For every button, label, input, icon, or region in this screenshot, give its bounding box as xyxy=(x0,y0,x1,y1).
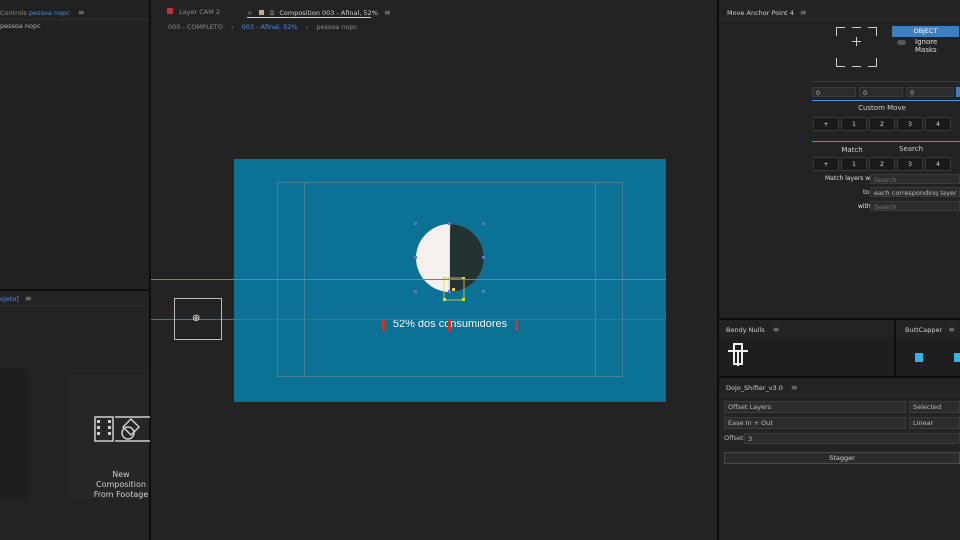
nav-item-003-afinal[interactable]: 003 - Afinal, 52% xyxy=(242,23,298,31)
effect-controls-tab[interactable]: Controls pessoa nopc ≡ xyxy=(0,8,84,17)
layer-tab[interactable]: Layer CAM 2 xyxy=(167,8,220,16)
anchor-z-field[interactable]: 0 xyxy=(906,87,954,97)
pie-chart-graphic xyxy=(414,222,485,301)
nav-item-000-completo[interactable]: 000 - COMPLETO xyxy=(168,23,223,31)
move-anchor-panel: Move Anchor Point 4 ≡ OBJECT Ignore Mask… xyxy=(719,0,960,318)
ignore-masks-toggle[interactable] xyxy=(897,40,906,45)
corresponding-layer-select[interactable]: each corresponding layer xyxy=(870,187,960,197)
bendy-nulls-panel: Bendy Nulls ≡ xyxy=(719,320,894,376)
chevron-left-icon[interactable]: ‹ xyxy=(231,23,234,31)
custom-move-4[interactable]: 4 xyxy=(925,117,951,131)
close-icon[interactable]: × xyxy=(247,9,252,17)
offset-label: Offset: xyxy=(724,434,746,442)
tab-layer-name: pessoa nopc xyxy=(28,9,70,17)
caption-handle-right xyxy=(515,319,518,331)
new-composition-icon xyxy=(94,416,150,442)
dojo-shifter-panel: Dojo_Shifter_v3.0 ≡ Offset Layers Select… xyxy=(719,378,960,540)
label-line: New xyxy=(112,470,130,479)
caption-handle-left xyxy=(382,319,385,331)
tab-label: ojeto] xyxy=(0,295,19,303)
panel-menu-icon[interactable]: ≡ xyxy=(948,325,955,334)
bendy-nulls-tab[interactable]: Bendy Nulls ≡ xyxy=(726,325,779,334)
anchor-grid-icon[interactable] xyxy=(836,27,877,67)
buttcapper-panel: ButtCapper ≡ xyxy=(896,320,960,376)
composition-canvas[interactable]: 52% dos consumidores xyxy=(234,159,666,402)
chevron-right-icon[interactable]: ‹ xyxy=(306,23,309,31)
anchor-x-field[interactable]: 0 xyxy=(812,87,856,97)
panel-menu-icon[interactable]: ≡ xyxy=(78,8,85,17)
layer-bound-line xyxy=(151,319,666,320)
custom-move-1[interactable]: 1 xyxy=(841,117,867,131)
ignore-masks-label: Ignore Masks xyxy=(915,38,938,54)
caption-handle-mid xyxy=(448,319,451,331)
match-2[interactable]: 2 xyxy=(869,157,895,171)
panel-menu-icon[interactable]: ≡ xyxy=(791,383,798,392)
custom-move-section-line xyxy=(812,100,960,101)
label-line: Composition xyxy=(96,480,146,489)
dojo-shifter-tab[interactable]: Dojo_Shifter_v3.0 ≡ xyxy=(726,383,798,392)
panel-menu-icon[interactable]: ≡ xyxy=(773,325,780,334)
custom-move-2[interactable]: 2 xyxy=(869,117,895,131)
tab-label: Bendy Nulls xyxy=(726,326,765,334)
interpolation-select[interactable]: Linear xyxy=(909,417,960,429)
mode-select[interactable]: Offset Layers xyxy=(724,401,906,413)
project-tab[interactable]: ojeto] ≡ xyxy=(0,294,32,303)
tab-label: Move Anchor Point 4 xyxy=(727,9,794,17)
panel-menu-icon[interactable]: ≡ xyxy=(800,8,807,17)
ease-select[interactable]: Ease In + Out xyxy=(724,417,906,429)
to-label: to xyxy=(863,189,870,196)
effect-controls-layer: pessoa nopc xyxy=(0,22,41,30)
with-search-input[interactable]: Search xyxy=(870,201,960,211)
match-search-input[interactable]: Search xyxy=(870,174,960,184)
label-line: From Footage xyxy=(93,490,149,499)
butt-cap-icon[interactable] xyxy=(915,353,923,362)
apply-values-button[interactable] xyxy=(956,87,960,97)
layer-color-swatch xyxy=(167,8,173,14)
match-1[interactable]: 1 xyxy=(841,157,867,171)
panel-menu-icon[interactable]: ≡ xyxy=(384,8,391,17)
tab-label: Dojo_Shifter_v3.0 xyxy=(726,384,783,392)
composition-icon: ⧉ xyxy=(269,9,275,17)
motion-path-line xyxy=(151,279,666,280)
tab-label: Composition 003 - Afinal, 52% xyxy=(279,9,378,17)
search-tab[interactable]: Search xyxy=(899,145,923,153)
lock-icon[interactable] xyxy=(258,10,264,15)
tab-label: Layer CAM 2 xyxy=(179,8,221,16)
project-thumbnail-left[interactable] xyxy=(0,369,28,499)
new-composition-tile[interactable]: New Composition From Footage xyxy=(66,369,150,499)
active-tab-underline xyxy=(247,17,371,18)
buttcapper-body xyxy=(896,338,960,376)
tab-label: ButtCapper xyxy=(905,326,943,334)
stagger-button[interactable]: Stagger xyxy=(724,452,960,464)
tab-label: Controls xyxy=(0,9,27,17)
match-tab[interactable]: Match xyxy=(812,146,892,154)
new-composition-label: New Composition From Footage xyxy=(86,470,156,500)
anchor-y-field[interactable]: 0 xyxy=(859,87,903,97)
anchor-point-icon: ⊕ xyxy=(192,313,201,324)
match-plus[interactable]: + xyxy=(813,157,839,171)
offset-input[interactable]: 3 xyxy=(744,433,960,444)
panel-menu-icon[interactable]: ≡ xyxy=(25,294,32,303)
camera-layer-box[interactable]: ⊕ xyxy=(174,298,222,340)
composition-viewer: Layer CAM 2 × ⧉ Composition 003 - Afinal… xyxy=(151,0,717,540)
bendy-nulls-icon[interactable] xyxy=(727,342,749,368)
match-4[interactable]: 4 xyxy=(925,157,951,171)
selection-select[interactable]: Selected xyxy=(909,401,960,413)
buttcapper-tab[interactable]: ButtCapper ≡ xyxy=(905,325,955,334)
object-button[interactable]: OBJECT xyxy=(892,26,959,37)
with-label: with xyxy=(858,203,871,210)
comp-navigator: 000 - COMPLETO ‹ 003 - Afinal, 52% ‹ pes… xyxy=(168,23,357,31)
custom-move-label: Custom Move xyxy=(858,104,906,112)
project-panel: ojeto] ≡ New Composition From Footage xyxy=(0,291,150,540)
nav-item-pessoa-nopc[interactable]: pessoa nopc xyxy=(316,23,357,31)
custom-move-plus[interactable]: + xyxy=(813,117,839,131)
custom-move-3[interactable]: 3 xyxy=(897,117,923,131)
effect-controls-panel: Controls pessoa nopc ≡ pessoa nopc xyxy=(0,0,149,289)
match-3[interactable]: 3 xyxy=(897,157,923,171)
round-cap-icon[interactable] xyxy=(954,353,960,362)
match-tab-line xyxy=(812,141,960,142)
move-anchor-tab[interactable]: Move Anchor Point 4 ≡ xyxy=(727,8,807,17)
